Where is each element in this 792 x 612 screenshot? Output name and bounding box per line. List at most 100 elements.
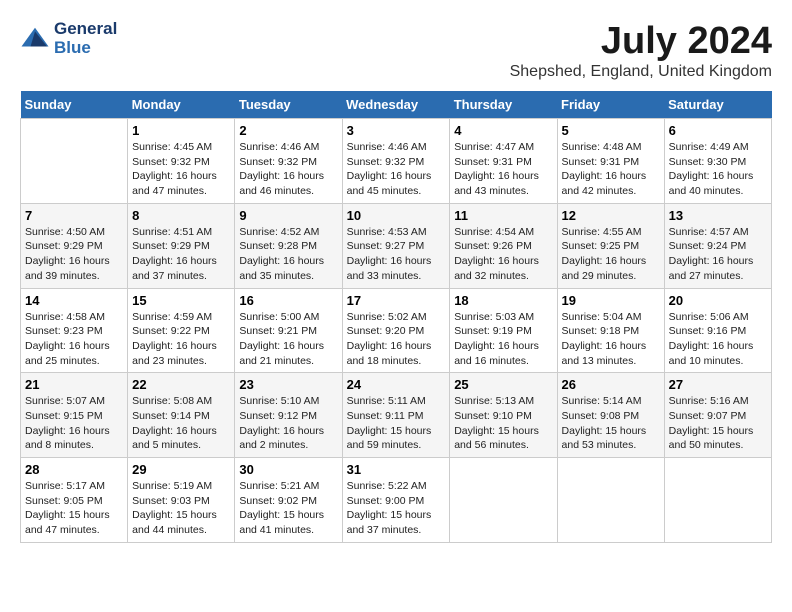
day-number: 4 bbox=[454, 123, 552, 138]
day-info: Sunrise: 5:17 AMSunset: 9:05 PMDaylight:… bbox=[25, 480, 110, 536]
day-info: Sunrise: 4:46 AMSunset: 9:32 PMDaylight:… bbox=[239, 141, 324, 197]
header: General Blue July 2024 Shepshed, England… bbox=[20, 20, 772, 81]
calendar-cell: 22 Sunrise: 5:08 AMSunset: 9:14 PMDayligh… bbox=[128, 373, 235, 458]
day-info: Sunrise: 4:53 AMSunset: 9:27 PMDaylight:… bbox=[347, 226, 432, 282]
day-info: Sunrise: 4:59 AMSunset: 9:22 PMDaylight:… bbox=[132, 311, 217, 367]
logo-text: General Blue bbox=[54, 20, 117, 57]
calendar-cell: 7 Sunrise: 4:50 AMSunset: 9:29 PMDaylight… bbox=[21, 203, 128, 288]
day-info: Sunrise: 4:48 AMSunset: 9:31 PMDaylight:… bbox=[562, 141, 647, 197]
calendar-cell: 26 Sunrise: 5:14 AMSunset: 9:08 PMDayligh… bbox=[557, 373, 664, 458]
day-info: Sunrise: 4:54 AMSunset: 9:26 PMDaylight:… bbox=[454, 226, 539, 282]
calendar-cell: 29 Sunrise: 5:19 AMSunset: 9:03 PMDayligh… bbox=[128, 458, 235, 543]
calendar-cell: 4Sunrise: 4:47 AMSunset: 9:31 PMDaylight… bbox=[450, 119, 557, 204]
day-number: 2 bbox=[239, 123, 337, 138]
day-number: 11 bbox=[454, 208, 552, 223]
day-number: 18 bbox=[454, 293, 552, 308]
calendar-cell: 5 Sunrise: 4:48 AMSunset: 9:31 PMDaylight… bbox=[557, 119, 664, 204]
calendar-cell: 27 Sunrise: 5:16 AMSunset: 9:07 PMDayligh… bbox=[664, 373, 771, 458]
day-info: Sunrise: 5:14 AMSunset: 9:08 PMDaylight:… bbox=[562, 395, 647, 451]
day-number: 29 bbox=[132, 462, 230, 477]
day-number: 17 bbox=[347, 293, 446, 308]
day-number: 21 bbox=[25, 377, 123, 392]
calendar-cell: 23 Sunrise: 5:10 AMSunset: 9:12 PMDayligh… bbox=[235, 373, 342, 458]
day-number: 23 bbox=[239, 377, 337, 392]
calendar-cell: 30Sunrise: 5:21 AMSunset: 9:02 PMDayligh… bbox=[235, 458, 342, 543]
calendar-cell: 24Sunrise: 5:11 AMSunset: 9:11 PMDayligh… bbox=[342, 373, 450, 458]
week-row-2: 7 Sunrise: 4:50 AMSunset: 9:29 PMDaylight… bbox=[21, 203, 772, 288]
day-info: Sunrise: 4:51 AMSunset: 9:29 PMDaylight:… bbox=[132, 226, 217, 282]
calendar-cell: 21 Sunrise: 5:07 AMSunset: 9:15 PMDayligh… bbox=[21, 373, 128, 458]
calendar-table: SundayMondayTuesdayWednesdayThursdayFrid… bbox=[20, 91, 772, 543]
day-number: 15 bbox=[132, 293, 230, 308]
subtitle: Shepshed, England, United Kingdom bbox=[510, 63, 772, 81]
calendar-cell bbox=[21, 119, 128, 204]
calendar-cell bbox=[557, 458, 664, 543]
day-number: 27 bbox=[669, 377, 767, 392]
day-number: 14 bbox=[25, 293, 123, 308]
day-info: Sunrise: 4:52 AMSunset: 9:28 PMDaylight:… bbox=[239, 226, 324, 282]
week-row-5: 28 Sunrise: 5:17 AMSunset: 9:05 PMDayligh… bbox=[21, 458, 772, 543]
calendar-cell: 2 Sunrise: 4:46 AMSunset: 9:32 PMDaylight… bbox=[235, 119, 342, 204]
calendar-cell: 13 Sunrise: 4:57 AMSunset: 9:24 PMDayligh… bbox=[664, 203, 771, 288]
header-friday: Friday bbox=[557, 91, 664, 119]
day-number: 12 bbox=[562, 208, 660, 223]
calendar-cell: 16 Sunrise: 5:00 AMSunset: 9:21 PMDayligh… bbox=[235, 288, 342, 373]
day-number: 20 bbox=[669, 293, 767, 308]
calendar-cell: 1Sunrise: 4:45 AMSunset: 9:32 PMDaylight… bbox=[128, 119, 235, 204]
day-number: 8 bbox=[132, 208, 230, 223]
day-info: Sunrise: 5:08 AMSunset: 9:14 PMDaylight:… bbox=[132, 395, 217, 451]
day-number: 1 bbox=[132, 123, 230, 138]
day-info: Sunrise: 4:46 AMSunset: 9:32 PMDaylight:… bbox=[347, 141, 432, 197]
day-number: 7 bbox=[25, 208, 123, 223]
calendar-cell: 3 Sunrise: 4:46 AMSunset: 9:32 PMDaylight… bbox=[342, 119, 450, 204]
main-title: July 2024 bbox=[510, 20, 772, 63]
header-monday: Monday bbox=[128, 91, 235, 119]
calendar-cell: 20 Sunrise: 5:06 AMSunset: 9:16 PMDayligh… bbox=[664, 288, 771, 373]
day-info: Sunrise: 5:07 AMSunset: 9:15 PMDaylight:… bbox=[25, 395, 110, 451]
day-number: 5 bbox=[562, 123, 660, 138]
day-number: 10 bbox=[347, 208, 446, 223]
calendar-cell: 17 Sunrise: 5:02 AMSunset: 9:20 PMDayligh… bbox=[342, 288, 450, 373]
calendar-cell: 18 Sunrise: 5:03 AMSunset: 9:19 PMDayligh… bbox=[450, 288, 557, 373]
day-number: 30 bbox=[239, 462, 337, 477]
header-saturday: Saturday bbox=[664, 91, 771, 119]
logo-icon bbox=[20, 24, 50, 54]
day-info: Sunrise: 5:03 AMSunset: 9:19 PMDaylight:… bbox=[454, 311, 539, 367]
calendar-header: SundayMondayTuesdayWednesdayThursdayFrid… bbox=[21, 91, 772, 119]
day-number: 19 bbox=[562, 293, 660, 308]
day-number: 3 bbox=[347, 123, 446, 138]
day-number: 28 bbox=[25, 462, 123, 477]
calendar-cell: 11 Sunrise: 4:54 AMSunset: 9:26 PMDayligh… bbox=[450, 203, 557, 288]
logo: General Blue bbox=[20, 20, 117, 57]
day-info: Sunrise: 5:00 AMSunset: 9:21 PMDaylight:… bbox=[239, 311, 324, 367]
calendar-cell bbox=[664, 458, 771, 543]
day-info: Sunrise: 5:02 AMSunset: 9:20 PMDaylight:… bbox=[347, 311, 432, 367]
day-info: Sunrise: 5:16 AMSunset: 9:07 PMDaylight:… bbox=[669, 395, 754, 451]
day-info: Sunrise: 4:58 AMSunset: 9:23 PMDaylight:… bbox=[25, 311, 110, 367]
calendar-cell: 15 Sunrise: 4:59 AMSunset: 9:22 PMDayligh… bbox=[128, 288, 235, 373]
day-info: Sunrise: 5:19 AMSunset: 9:03 PMDaylight:… bbox=[132, 480, 217, 536]
calendar-cell: 25Sunrise: 5:13 AMSunset: 9:10 PMDayligh… bbox=[450, 373, 557, 458]
title-area: July 2024 Shepshed, England, United King… bbox=[510, 20, 772, 81]
calendar-cell: 10 Sunrise: 4:53 AMSunset: 9:27 PMDayligh… bbox=[342, 203, 450, 288]
day-info: Sunrise: 5:13 AMSunset: 9:10 PMDaylight:… bbox=[454, 395, 539, 451]
day-info: Sunrise: 5:06 AMSunset: 9:16 PMDaylight:… bbox=[669, 311, 754, 367]
day-info: Sunrise: 5:04 AMSunset: 9:18 PMDaylight:… bbox=[562, 311, 647, 367]
day-number: 26 bbox=[562, 377, 660, 392]
day-number: 13 bbox=[669, 208, 767, 223]
calendar-cell: 6Sunrise: 4:49 AMSunset: 9:30 PMDaylight… bbox=[664, 119, 771, 204]
day-info: Sunrise: 4:49 AMSunset: 9:30 PMDaylight:… bbox=[669, 141, 754, 197]
day-number: 16 bbox=[239, 293, 337, 308]
day-info: Sunrise: 4:57 AMSunset: 9:24 PMDaylight:… bbox=[669, 226, 754, 282]
header-sunday: Sunday bbox=[21, 91, 128, 119]
day-number: 9 bbox=[239, 208, 337, 223]
calendar-cell: 31Sunrise: 5:22 AMSunset: 9:00 PMDayligh… bbox=[342, 458, 450, 543]
day-info: Sunrise: 5:10 AMSunset: 9:12 PMDaylight:… bbox=[239, 395, 324, 451]
calendar-cell: 14 Sunrise: 4:58 AMSunset: 9:23 PMDayligh… bbox=[21, 288, 128, 373]
day-info: Sunrise: 5:11 AMSunset: 9:11 PMDaylight:… bbox=[347, 395, 432, 451]
day-number: 22 bbox=[132, 377, 230, 392]
day-info: Sunrise: 4:50 AMSunset: 9:29 PMDaylight:… bbox=[25, 226, 110, 282]
header-thursday: Thursday bbox=[450, 91, 557, 119]
calendar-cell: 28 Sunrise: 5:17 AMSunset: 9:05 PMDayligh… bbox=[21, 458, 128, 543]
week-row-4: 21 Sunrise: 5:07 AMSunset: 9:15 PMDayligh… bbox=[21, 373, 772, 458]
